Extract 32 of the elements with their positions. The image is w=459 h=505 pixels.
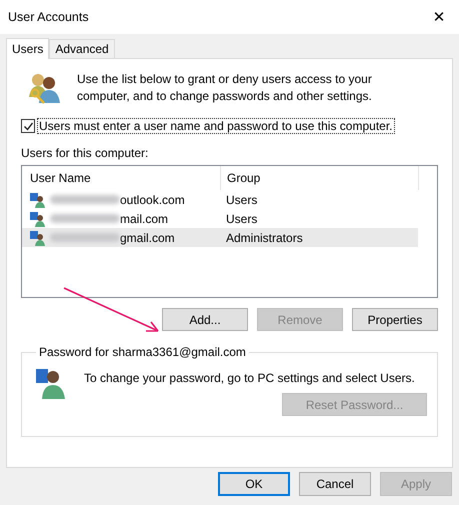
user-row[interactable]: mail.com Users bbox=[22, 209, 418, 228]
window-title: User Accounts bbox=[8, 10, 89, 24]
column-header[interactable]: Group bbox=[220, 166, 418, 190]
group-title: Password for sharma3361@gmail.com bbox=[38, 345, 247, 359]
user-computer-icon bbox=[30, 192, 46, 208]
dialog-button[interactable]: Cancel bbox=[299, 472, 371, 496]
list-button[interactable]: Add... bbox=[162, 308, 248, 331]
group-cell-text: Users bbox=[225, 212, 258, 226]
group-cell-text: Users bbox=[225, 192, 258, 206]
section-label: Users for this computer: bbox=[21, 146, 150, 160]
blurred-text bbox=[50, 214, 120, 223]
column-header[interactable]: User Name bbox=[22, 166, 220, 190]
checkbox-label: Users must enter a user name and password to use this computer. bbox=[38, 119, 394, 133]
user-row[interactable]: outlook.com Users bbox=[22, 190, 418, 209]
users-key-icon bbox=[27, 71, 61, 105]
blurred-text bbox=[50, 233, 120, 242]
blurred-text bbox=[50, 195, 120, 204]
user-name: gmail.com bbox=[120, 230, 175, 244]
intro-text: Use the list below to grant or deny users access to your computer, and to change passwords and other settings. bbox=[77, 71, 373, 105]
user-computer-icon bbox=[30, 210, 46, 226]
list-button[interactable]: Properties bbox=[352, 308, 438, 331]
group-cell-text: Administrators bbox=[225, 230, 304, 244]
user-computer-icon bbox=[30, 230, 46, 246]
tab[interactable]: Advanced bbox=[49, 39, 115, 58]
dialog-button[interactable]: OK bbox=[218, 472, 290, 496]
user-name: mail.com bbox=[120, 212, 168, 226]
checkbox[interactable] bbox=[21, 119, 35, 133]
user-name: outlook.com bbox=[120, 192, 185, 206]
tab[interactable]: Users bbox=[6, 38, 50, 59]
password-hint: To change your password, go to PC settings and select Users. bbox=[84, 371, 415, 385]
close-button[interactable]: ✕ bbox=[419, 0, 459, 34]
user-row[interactable]: gmail.com Administrators bbox=[22, 228, 418, 247]
